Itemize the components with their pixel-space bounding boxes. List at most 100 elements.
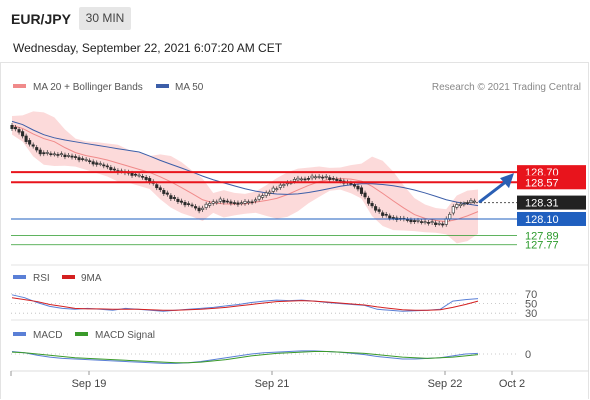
price-panel: 128.70128.57128.31128.10127.89127.77 — [10, 111, 586, 252]
legend-swatch-rsi — [13, 275, 26, 279]
x-tick-label-Oct 2: Oct 2 — [499, 378, 525, 390]
level-label-128.57: 128.57 — [525, 177, 559, 189]
rsi-panel: 705030 — [11, 289, 537, 320]
candle-body — [384, 213, 388, 216]
legend-label-macd: MACD — [33, 330, 62, 341]
candle-body — [264, 192, 268, 196]
candle-body — [246, 201, 251, 204]
legend-swatch-rsi-ma — [62, 275, 75, 279]
macd-tick-0: 0 — [525, 349, 531, 361]
candle-body — [469, 199, 473, 203]
candle-body — [232, 202, 236, 204]
candle-body — [222, 199, 226, 203]
candle-body — [63, 154, 67, 158]
candle-body — [77, 157, 81, 161]
candle-body — [102, 164, 106, 167]
forecast-arrow-shaft — [478, 181, 506, 204]
macd-panel: 0 — [11, 349, 531, 364]
candle-body — [268, 191, 272, 194]
candle-body — [194, 206, 198, 209]
candle-body — [190, 204, 194, 207]
candle-body — [451, 206, 455, 214]
bollinger-band — [12, 111, 478, 244]
candle-body — [141, 176, 145, 178]
candle-body — [388, 215, 392, 219]
candle-body — [109, 167, 113, 170]
candle-body — [423, 221, 427, 224]
candle-body — [105, 165, 109, 168]
candle-body — [98, 163, 102, 165]
candle-body — [155, 184, 159, 189]
candle-body — [303, 178, 307, 181]
level-label-128.10: 128.10 — [525, 214, 559, 226]
legend-swatch-ma20 — [13, 84, 26, 88]
candle-body — [317, 176, 321, 178]
candle-body — [367, 197, 371, 204]
candle-body — [81, 158, 85, 160]
candle-body — [377, 209, 381, 212]
candle-body — [296, 177, 300, 181]
candle-body — [409, 219, 413, 223]
candle-body — [321, 176, 325, 179]
candle-body — [21, 131, 25, 137]
candle-body — [448, 213, 452, 220]
candle-body — [215, 201, 219, 204]
candle-body — [204, 203, 208, 208]
candle-body — [229, 201, 233, 204]
candle-body — [201, 207, 205, 210]
candle-body — [17, 129, 21, 133]
candle-body — [250, 201, 254, 204]
candle-body — [275, 188, 279, 191]
candle-body — [261, 195, 265, 198]
candle-body — [381, 212, 385, 216]
candle-body — [292, 179, 296, 182]
candle-body — [405, 219, 409, 221]
legend-swatch-macd — [13, 332, 26, 336]
candle-body — [299, 178, 304, 181]
legend-label-ma20: MA 20 + Bollinger Bands — [33, 82, 143, 93]
candle-body — [10, 125, 14, 129]
legend-label-rsi: RSI — [33, 273, 50, 284]
chart-frame: EUR/JPY 30 MIN Wednesday, September 22, … — [0, 0, 590, 400]
candle-body — [35, 147, 39, 151]
candle-body — [328, 177, 332, 180]
candle-body — [419, 221, 424, 223]
candle-body — [24, 135, 28, 142]
candle-body — [331, 178, 335, 180]
candle-body — [186, 203, 191, 205]
candle-body — [112, 168, 116, 171]
candle-body — [441, 223, 445, 226]
candle-body — [218, 198, 222, 202]
candle-body — [169, 195, 173, 199]
candle-body — [374, 206, 378, 211]
candle-body — [137, 174, 141, 177]
candle-body — [49, 153, 53, 155]
candle-body — [370, 203, 374, 207]
candle-body — [338, 179, 342, 182]
x-tick-label-Sep 21: Sep 21 — [255, 378, 290, 390]
candle-body — [239, 202, 244, 205]
time-axis: Sep 19 Sep 21 Sep 22 Oct 2 — [10, 371, 525, 390]
candle-body — [455, 204, 459, 208]
candle-body — [427, 222, 431, 224]
candle-body — [144, 177, 148, 180]
candle-body — [211, 201, 215, 204]
candle-body — [56, 154, 60, 156]
candle-body — [356, 185, 360, 190]
candle-body — [254, 199, 258, 202]
candle-body — [197, 207, 201, 212]
candle-body — [412, 220, 416, 222]
candle-body — [172, 197, 176, 199]
candle-body — [271, 187, 275, 192]
candle-body — [70, 155, 74, 158]
candle-body — [179, 200, 183, 203]
candle-body — [31, 144, 35, 147]
candle-body — [282, 184, 286, 186]
candle-body — [243, 201, 247, 204]
candle-body — [13, 127, 18, 130]
credit-text: Research © 2021 Trading Central — [432, 82, 581, 93]
candle-body — [28, 140, 32, 145]
candle-body — [74, 156, 78, 158]
candle-body — [130, 172, 134, 176]
candle-body — [236, 202, 240, 205]
